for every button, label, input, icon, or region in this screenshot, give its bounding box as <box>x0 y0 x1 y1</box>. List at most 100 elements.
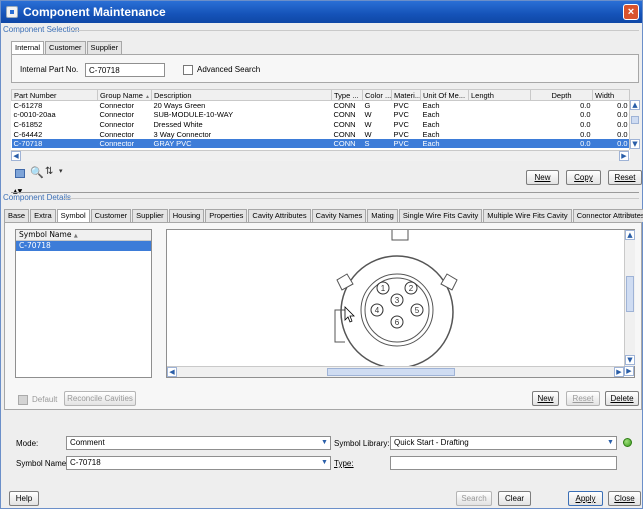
grid-horizontal-scrollbar[interactable]: ◀ ▶ <box>11 150 629 161</box>
library-status-icon[interactable] <box>623 438 632 447</box>
scroll-thumb[interactable] <box>626 276 634 312</box>
symbol-name-value: C-70718 <box>70 458 101 467</box>
table-cell <box>468 138 531 149</box>
tab-cavity-attributes[interactable]: Cavity Attributes <box>248 209 311 222</box>
canvas-vertical-scrollbar[interactable]: ▲ ▼ <box>624 230 635 366</box>
apply-button[interactable]: Apply <box>568 491 603 506</box>
advanced-search-checkbox[interactable] <box>183 65 193 75</box>
sort-up-icon: ▲ <box>145 93 150 100</box>
table-cell: Each <box>420 138 469 149</box>
help-button[interactable]: Help <box>9 491 39 506</box>
col-length[interactable]: Length <box>468 89 531 101</box>
close-label: Close <box>614 494 635 503</box>
scroll-left-icon[interactable]: ◀ <box>11 151 21 161</box>
scroll-down-icon[interactable]: ▼ <box>625 355 635 365</box>
tab-multiple-wire[interactable]: Multiple Wire Fits Cavity <box>483 209 572 222</box>
apply-label: Apply <box>575 494 596 503</box>
symbol-list-item[interactable]: C-70718 <box>16 241 151 251</box>
splitter[interactable] <box>11 192 639 193</box>
scroll-left-icon[interactable]: ◀ <box>167 367 177 377</box>
table-cell: C-61278 <box>13 101 43 111</box>
reconcile-cavities-button[interactable]: Reconcile Cavities <box>64 391 136 406</box>
col-material[interactable]: Materi... <box>391 89 421 101</box>
tab-properties[interactable]: Properties <box>205 209 248 222</box>
new-component-button[interactable]: New <box>526 170 559 185</box>
table-row[interactable]: C-70718 Connector GRAY PVC CONN S PVC Each 0.0 0… <box>11 138 630 149</box>
part-no-label: Internal Part No. <box>20 65 79 74</box>
table-cell: PVC <box>393 101 409 111</box>
table-cell: 3 Way Connector <box>153 129 212 139</box>
tab-cavity-names[interactable]: Cavity Names <box>311 209 367 222</box>
scroll-up-icon[interactable]: ▲ <box>630 100 640 110</box>
scroll-down-icon[interactable]: ▼ <box>630 139 640 149</box>
search-button[interactable]: Search <box>456 491 492 506</box>
clear-button[interactable]: Clear <box>498 491 531 506</box>
table-cell: W <box>364 129 372 139</box>
table-cell <box>469 129 531 139</box>
col-unit[interactable]: Unit Of Me... <box>420 89 469 101</box>
col-type[interactable]: Type ... <box>331 89 363 101</box>
window-title: Component Maintenance <box>23 5 166 19</box>
table-cell: CONN <box>333 110 356 120</box>
table-cell: Each <box>422 119 440 129</box>
scroll-right-icon[interactable]: ▶ <box>614 367 624 377</box>
table-row[interactable]: C-64442 Connector 3 Way Connector CONN W PVC E… <box>12 129 630 139</box>
col-group-name[interactable]: Group Name ▲ <box>97 89 152 101</box>
dropdown-icon[interactable]: ▾ <box>59 167 63 175</box>
copy-component-button[interactable]: Copy <box>566 170 601 185</box>
close-window-button[interactable]: × <box>623 4 639 20</box>
tab-mating[interactable]: Mating <box>367 209 398 222</box>
search-icon[interactable]: 🔍 <box>30 166 44 179</box>
scroll-right-icon[interactable]: ▶ <box>619 151 629 161</box>
tab-customer[interactable]: Customer <box>45 41 86 54</box>
canvas-horizontal-scrollbar[interactable]: ◀ ▶ <box>167 366 624 377</box>
tab-internal[interactable]: Internal <box>11 41 45 55</box>
symbol-library-select[interactable]: Quick Start - Drafting ▼ <box>390 436 617 450</box>
tab-supplier-details[interactable]: Supplier <box>132 209 168 222</box>
tab-customer-details[interactable]: Customer <box>90 209 132 222</box>
tab-base[interactable]: Base <box>4 209 30 222</box>
symbol-list-header[interactable]: Symbol Name ▲ <box>16 230 151 241</box>
delete-symbol-button[interactable]: Delete <box>605 391 639 406</box>
table-cell: 0.0 <box>617 119 628 129</box>
table-row[interactable]: C-61278 Connector 20 Ways Green CONN G PVC Eac… <box>12 101 630 111</box>
reset-symbol-button[interactable]: Reset <box>566 391 600 406</box>
sort-icon[interactable]: ⇅ <box>45 166 53 177</box>
table-cell: 0.0 <box>580 101 591 111</box>
col-part-number[interactable]: Part Number <box>11 89 98 101</box>
table-row[interactable]: c-0010-20aa Connector SUB-MODULE-10-WAY CON… <box>12 110 630 120</box>
mode-select[interactable]: Comment ▼ <box>66 436 331 450</box>
table-cell: SUB-MODULE-10-WAY <box>153 110 234 120</box>
reset-selection-button[interactable]: Reset <box>608 170 642 185</box>
close-button[interactable]: Close <box>608 491 641 506</box>
col-color[interactable]: Color ... <box>362 89 392 101</box>
tab-supplier[interactable]: Supplier <box>86 41 123 54</box>
col-width[interactable]: Width <box>592 89 630 101</box>
new-symbol-button[interactable]: New <box>532 391 559 406</box>
symbol-list: Symbol Name ▲ C-70718 <box>15 229 152 378</box>
type-input[interactable] <box>390 456 617 470</box>
tab-extra[interactable]: Extra <box>30 209 56 222</box>
symbol-canvas[interactable]: 1 2 3 4 5 6 <box>166 229 635 378</box>
chevron-down-icon: ▼ <box>607 439 614 446</box>
reset-symbol-label: Reset <box>572 394 594 403</box>
tab-single-wire[interactable]: Single Wire Fits Cavity <box>398 209 483 222</box>
table-row[interactable]: C-61852 Connector Dressed White CONN W PVC Eac… <box>12 120 630 130</box>
table-icon[interactable] <box>15 169 25 178</box>
tab-symbol[interactable]: Symbol <box>56 209 90 223</box>
scroll-up-icon[interactable]: ▲ <box>625 230 635 240</box>
cavity-3: 3 <box>395 296 400 305</box>
col-description[interactable]: Description <box>151 89 332 101</box>
tab-scroll-icon[interactable]: ◂▸ <box>627 211 634 219</box>
scroll-right-icon[interactable]: ▶ <box>624 366 634 376</box>
table-cell: GRAY PVC <box>151 138 332 149</box>
col-depth[interactable]: Depth <box>530 89 593 101</box>
scroll-thumb[interactable] <box>631 116 639 124</box>
internal-part-no-input[interactable] <box>85 63 165 77</box>
default-checkbox[interactable] <box>18 395 28 405</box>
scroll-thumb[interactable] <box>327 368 455 376</box>
symbol-name-select[interactable]: C-70718 ▼ <box>66 456 331 470</box>
col-group-name-label: Group Name <box>100 90 143 100</box>
tab-housing[interactable]: Housing <box>168 209 205 222</box>
grid-vertical-scrollbar[interactable]: ▲ ▼ <box>629 100 640 150</box>
